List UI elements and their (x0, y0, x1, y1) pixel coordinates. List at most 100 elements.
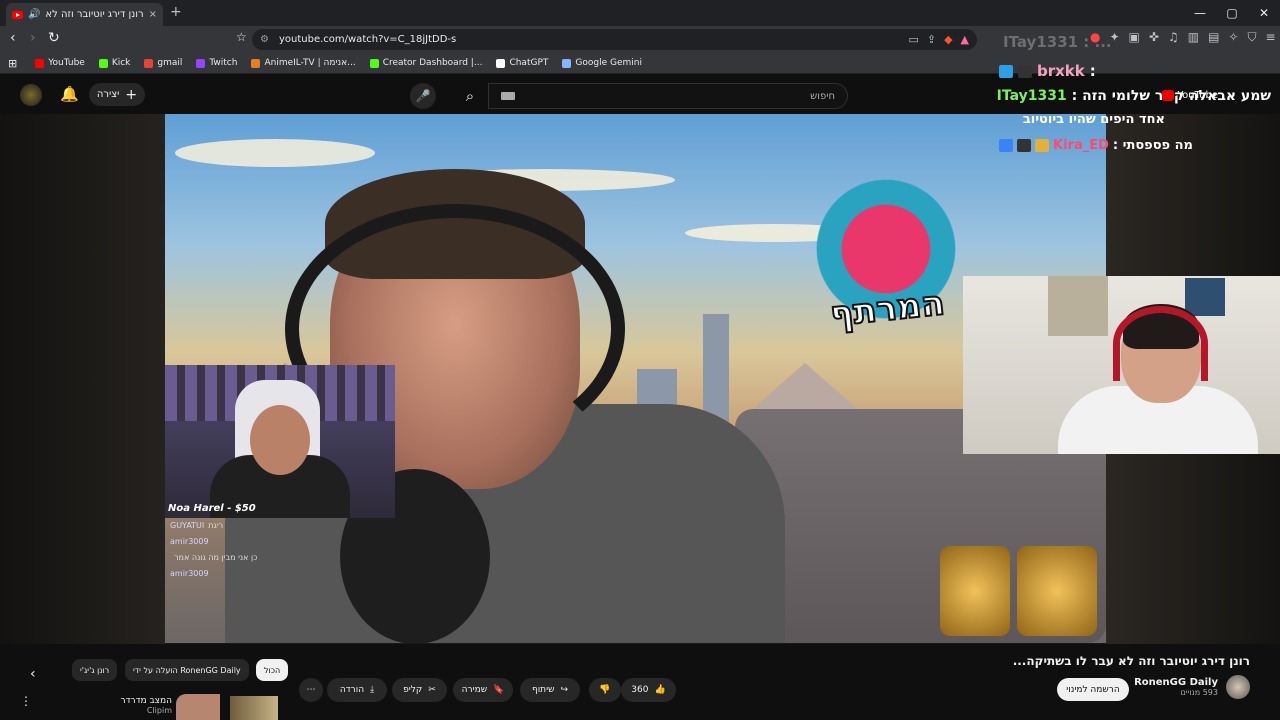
cloud (175, 139, 375, 167)
recommendation-thumbnail[interactable] (230, 696, 278, 720)
recommendation-item[interactable]: המצב מדרדר Clipim (120, 696, 173, 715)
close-window-button[interactable]: ✕ (1248, 0, 1280, 26)
create-label: יצירה (96, 89, 120, 100)
cast-icon[interactable]: ▭ (908, 33, 918, 46)
maximize-button[interactable]: ▢ (1216, 0, 1248, 26)
chat-message-faded: ITay1331 : ... (1003, 33, 1112, 51)
scissors-icon: ✂ (428, 685, 436, 695)
video-info-area: רונן דירג יוטיובר וזה לא עבר לו בשתיקה..… (0, 644, 1280, 720)
vpn-icon[interactable]: ⛉ (1247, 30, 1256, 45)
subscribe-button[interactable]: הרשמה למינוי (1057, 678, 1129, 701)
chat-badge-icon (1017, 139, 1031, 152)
menu-icon[interactable]: ≡ (1265, 30, 1275, 45)
bookmark-item[interactable]: gmail (144, 58, 182, 68)
filter-chip[interactable]: הכול (256, 659, 289, 681)
youtube-badge-label: YouTube (1177, 89, 1218, 101)
channel-avatar[interactable] (1226, 675, 1250, 699)
address-bar[interactable]: ⚙ youtube.com/watch?v=C_18jJtDD-s ▭ ⇪ ◆ … (252, 29, 977, 50)
chat-badge-icon (1035, 139, 1049, 152)
embedded-chat-text: ריגת (208, 521, 224, 530)
window-controls: — ▢ ✕ (1184, 0, 1280, 26)
subscriber-count: 593 מנויים (1180, 688, 1218, 697)
rewards-icon[interactable]: ▲ (961, 33, 969, 46)
bookmark-item[interactable]: ChatGPT (496, 58, 548, 68)
reload-icon[interactable]: ↻ (48, 30, 60, 46)
clip-button[interactable]: קליפ ✂ (392, 678, 447, 702)
chat-username: ITay1331 (996, 88, 1067, 104)
ai-icon[interactable]: ✧ (1228, 30, 1238, 45)
bookmark-favicon-icon (35, 58, 45, 68)
recommendation-thumbnail[interactable] (176, 694, 220, 720)
music-icon[interactable]: ♫ (1168, 30, 1179, 45)
chat-badge-icon (999, 64, 1013, 78)
extensions-area: ● ✦ ▣ ✜ ♫ ▥ ▤ ✧ ⛉ ≡ (1090, 30, 1276, 45)
wall-poster (1185, 278, 1225, 316)
channel-name[interactable]: RonenGG Daily (1134, 677, 1218, 688)
forward-arrow-icon[interactable]: › (30, 30, 36, 46)
like-count: 360 (631, 685, 649, 695)
bookmark-item[interactable]: YouTube (35, 58, 85, 68)
search-placeholder: חיפוש (810, 90, 835, 102)
video-player[interactable]: המרתף Noa Harel - $50 GUYATUI ריגת amir300… (0, 114, 1280, 644)
puzzle-icon[interactable]: ✜ (1149, 30, 1159, 45)
bookmark-item[interactable]: Kick (98, 58, 131, 68)
chat-username: brxkk (1037, 62, 1085, 80)
bookmark-label: Kick (111, 58, 131, 68)
filter-chip[interactable]: רונן ג'יג'י (72, 659, 118, 681)
extension-icon-3[interactable]: ▣ (1129, 30, 1140, 45)
search-button[interactable]: ⌕ (452, 83, 488, 109)
back-arrow-icon[interactable]: ‹ (10, 30, 16, 46)
brave-shield-icon[interactable]: ◆ (944, 33, 952, 46)
embedded-chat-user: amir3009 (170, 569, 209, 578)
chat-text: מה פספסתי : (1112, 138, 1193, 153)
bookmark-favicon-icon (144, 58, 154, 68)
donation-alert: Noa Harel - $50 (168, 503, 256, 514)
share-page-icon[interactable]: ⇪ (927, 33, 936, 46)
filter-chip[interactable]: הועלה על ידי RonenGG Daily (125, 659, 249, 681)
bookmark-star-icon[interactable]: ☆ (236, 30, 247, 44)
chat-message: שמע אבאלה קשר שלומי הזה : ITay1331 (997, 88, 1271, 104)
video-title: רונן דירג יוטיובר וזה לא עבר לו בשתיקה..… (1012, 654, 1250, 668)
wallet-icon[interactable]: ▤ (1208, 30, 1219, 45)
thumbs-down-icon: 👎 (599, 685, 611, 695)
speaker-icon[interactable]: 🔊 (28, 9, 40, 20)
bookmark-favicon-icon (196, 58, 206, 68)
embedded-chat-row: amir3009 (170, 566, 390, 582)
minimize-button[interactable]: — (1184, 0, 1216, 26)
save-button[interactable]: שמירה 🔖 (453, 678, 513, 702)
download-button[interactable]: הורדה ⤓ (327, 678, 387, 702)
channel-info[interactable]: RonenGG Daily 593 מנויים (1134, 675, 1250, 699)
dislike-button[interactable]: 👎 (589, 678, 621, 702)
browser-tab[interactable]: 🔊 רונן דירג יוטיובר וזה לא עבר לו × (6, 3, 163, 26)
new-tab-button[interactable]: + (170, 4, 182, 20)
like-button[interactable]: 360 👍 (621, 678, 676, 702)
site-info-icon[interactable]: ⚙ (260, 34, 269, 45)
create-button[interactable]: יצירה + (89, 83, 145, 106)
embedded-chat-text: כן אני מבין מה גונה אמר (174, 553, 258, 562)
chat-message: brxkk : (999, 62, 1096, 80)
chat-username: Kira_ED (1053, 138, 1109, 153)
tab-title: רונן דירג יוטיובר וזה לא עבר לו (45, 9, 144, 20)
account-avatar[interactable] (20, 84, 42, 106)
bookmark-item[interactable]: Creator Dashboard |... (369, 58, 482, 68)
sidebar-icon[interactable]: ▥ (1188, 30, 1199, 45)
search-input[interactable]: חיפוש (488, 83, 848, 109)
bookmark-item[interactable]: AnimeIL-TV | אנימה... (251, 58, 356, 68)
voice-search-mic-icon[interactable]: 🎤 (410, 83, 436, 109)
bookmark-favicon-icon (251, 58, 261, 68)
notifications-bell-icon[interactable]: 🔔 (60, 85, 79, 103)
bookmark-item[interactable]: Twitch (196, 58, 237, 68)
tab-close-icon[interactable]: × (149, 9, 157, 20)
bookmark-favicon-icon (562, 58, 572, 68)
share-label: שיתוף (531, 685, 555, 695)
chat-message: Kira_ED מה פספסתי : (999, 138, 1193, 153)
bookmark-item[interactable]: Google Gemini (562, 58, 642, 68)
apps-grid-icon[interactable]: ⊞ (8, 57, 17, 70)
keyboard-icon[interactable] (501, 92, 515, 100)
embedded-chat-row: כן אני מבין מה גונה אמר (170, 550, 390, 566)
chevron-left-icon[interactable]: ‹ (30, 666, 36, 682)
share-button[interactable]: שיתוף ↪ (520, 678, 580, 702)
download-label: הורדה (339, 685, 365, 695)
more-actions-button[interactable]: ⋯ (299, 678, 323, 702)
more-vertical-icon[interactable]: ⋮ (20, 694, 32, 708)
